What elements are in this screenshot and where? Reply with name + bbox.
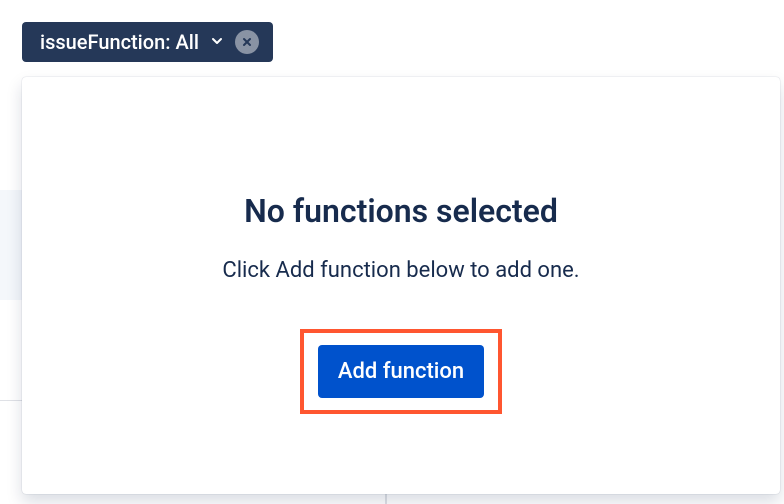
add-function-button[interactable]: Add function bbox=[318, 345, 484, 398]
remove-filter-button[interactable] bbox=[235, 30, 259, 54]
filter-issuefunction-chip[interactable]: issueFunction: All bbox=[22, 22, 273, 62]
function-dropdown-panel: No functions selected Click Add function… bbox=[22, 77, 780, 494]
highlight-callout: Add function bbox=[300, 329, 502, 414]
chevron-down-icon bbox=[209, 33, 225, 49]
panel-title: No functions selected bbox=[244, 192, 558, 230]
filter-chip-label: issueFunction: All bbox=[40, 30, 199, 54]
panel-subtitle: Click Add function below to add one. bbox=[222, 258, 579, 283]
